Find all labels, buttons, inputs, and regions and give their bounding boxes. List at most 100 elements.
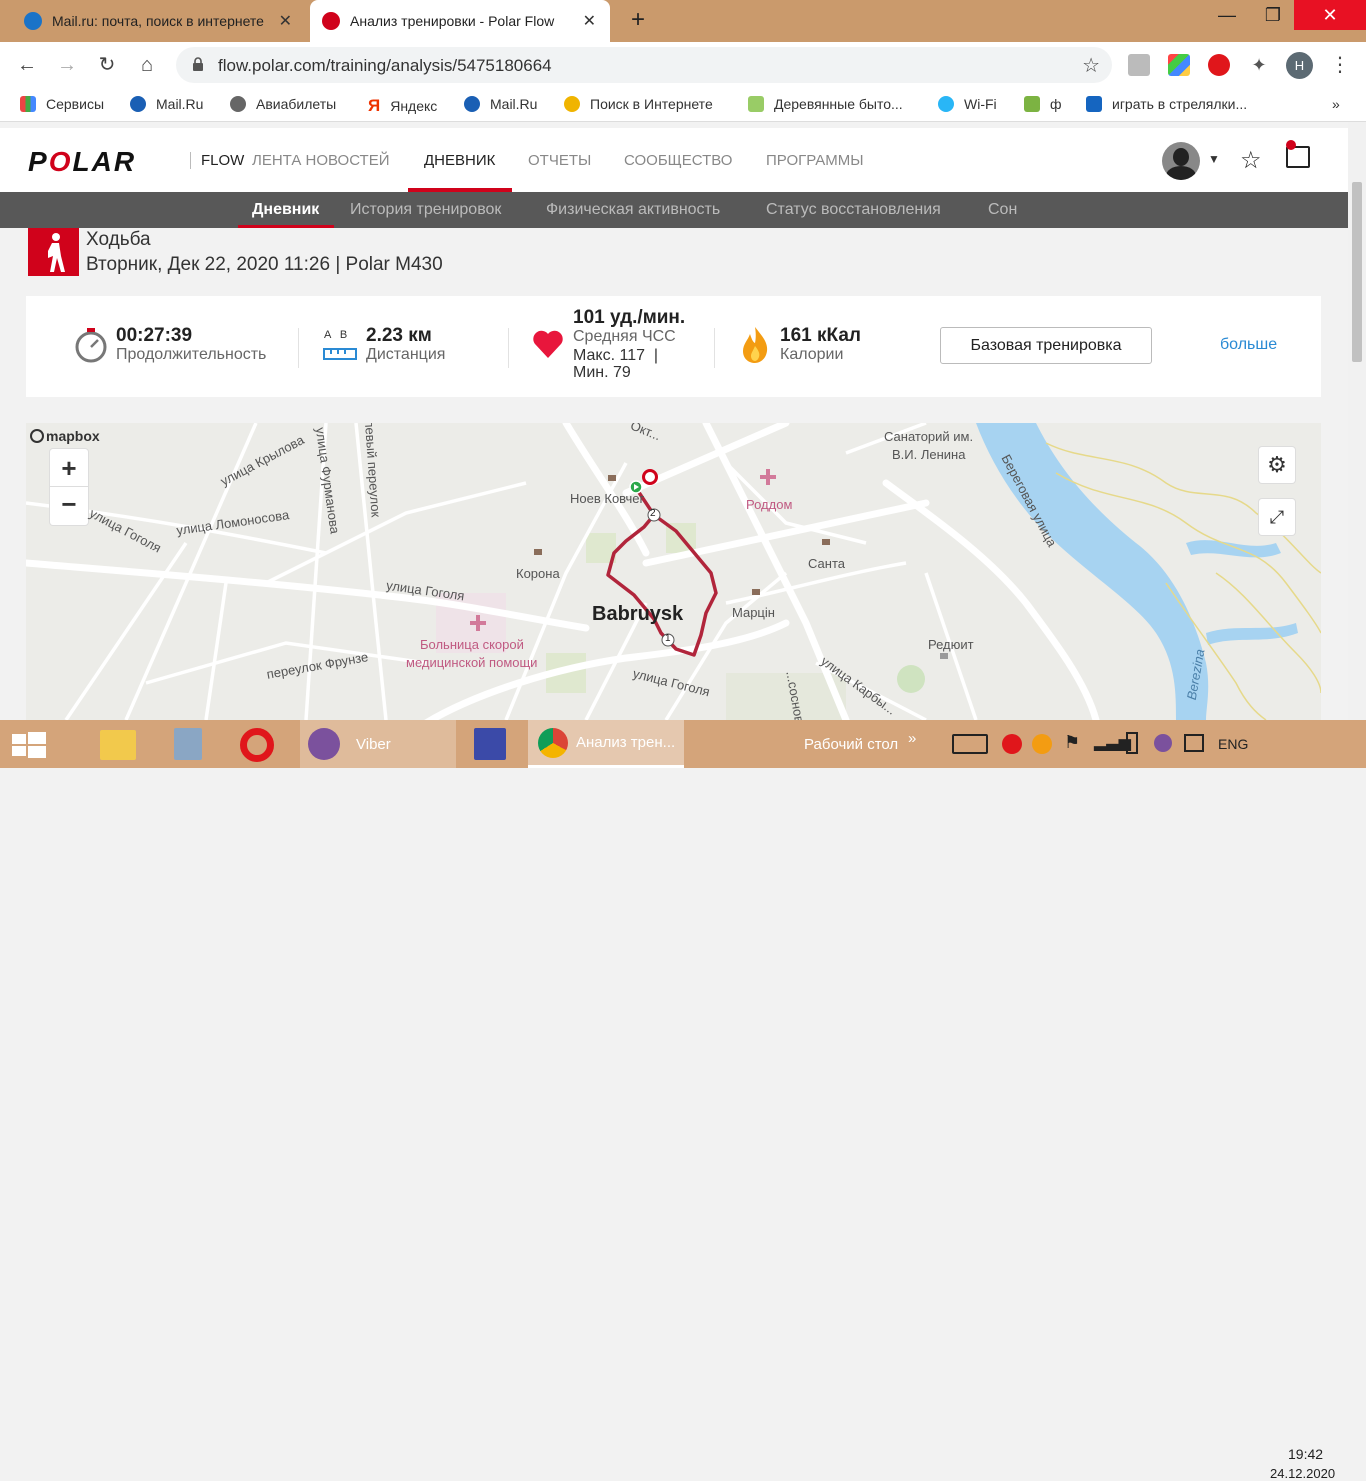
duration-value: 00:27:39 [116, 325, 193, 346]
menu-kebab-icon[interactable]: ⋮ [1330, 52, 1350, 77]
zoom-out-button[interactable]: − [50, 487, 88, 525]
subnav-training-history[interactable]: История тренировок [350, 201, 501, 219]
close-tab-icon[interactable]: ✕ [583, 11, 596, 31]
minimize-icon[interactable]: — [1204, 0, 1250, 30]
desktop-toolbar[interactable]: Рабочий стол [804, 720, 898, 768]
scrollbar-thumb[interactable] [1352, 182, 1362, 362]
reload-icon[interactable]: ↻ [92, 50, 122, 80]
poi-label: Редюит [928, 637, 974, 652]
nav-diary[interactable]: ДНЕВНИК [424, 152, 495, 169]
nav-community[interactable]: СООБЩЕСТВО [624, 152, 732, 169]
bookmark-mailru[interactable]: Mail.Ru [130, 96, 203, 112]
clock-date[interactable]: 24.12.2020 [1270, 1466, 1335, 1481]
polar-favicon-icon [322, 12, 340, 30]
save-floppy-icon[interactable] [474, 728, 506, 760]
subnav-diary[interactable]: Дневник [252, 201, 319, 219]
puzzle-icon[interactable]: ✦ [1248, 54, 1270, 76]
poi-label: медицинской помощи [406, 655, 538, 670]
keyboard-icon[interactable] [952, 734, 988, 754]
bookmark-f[interactable]: ф [1024, 96, 1062, 112]
subnav-sleep[interactable]: Сон [988, 201, 1017, 219]
mailru-icon [130, 96, 146, 112]
km-marker: 2 [650, 508, 656, 519]
adblock-tray-icon[interactable] [1002, 734, 1022, 754]
fullscreen-icon[interactable]: ⤢ [1259, 499, 1295, 535]
subnav-activity[interactable]: Физическая активность [546, 201, 720, 219]
taskbar-viber[interactable]: Viber [300, 720, 456, 768]
windows-start-icon[interactable] [12, 732, 46, 758]
poi-label: Санта [808, 556, 845, 571]
cg-icon [1024, 96, 1040, 112]
file-explorer-icon[interactable] [100, 730, 136, 760]
user-avatar[interactable] [1162, 142, 1200, 180]
display-icon[interactable] [1184, 734, 1204, 752]
extension-icon[interactable] [1128, 54, 1150, 76]
bookmarks-more-icon[interactable]: » [1332, 96, 1340, 112]
zoom-in-button[interactable]: + [50, 449, 88, 487]
avast-icon[interactable] [1032, 734, 1052, 754]
home-icon[interactable]: ⌂ [132, 50, 162, 80]
opera-icon[interactable] [240, 728, 274, 762]
heart-icon [533, 330, 563, 358]
mapbox-attribution[interactable]: mapbox [30, 428, 100, 444]
flag-icon[interactable]: ⚑ [1064, 732, 1080, 753]
divider [508, 328, 509, 368]
polar-header: POLAR FLOW ЛЕНТА НОВОСТЕЙ ДНЕВНИК ОТЧЕТЫ… [0, 128, 1366, 192]
close-window-icon[interactable]: ✕ [1294, 0, 1366, 30]
calories-value: 161 кКал [780, 325, 861, 346]
page-scrollbar[interactable] [1348, 122, 1366, 720]
toolbar-chevron-icon[interactable]: » [908, 714, 916, 762]
nav-news-feed[interactable]: ЛЕНТА НОВОСТЕЙ [252, 152, 389, 169]
maximize-icon[interactable]: ❐ [1250, 0, 1296, 30]
polar-logo[interactable]: POLAR [28, 146, 136, 178]
bookmark-avia[interactable]: Авиабилеты [230, 96, 336, 112]
back-arrow-icon[interactable]: ← [12, 50, 42, 80]
taskbar-chrome[interactable]: Анализ трен... [528, 720, 684, 768]
tab-polar-flow[interactable]: Анализ тренировки - Polar Flow ✕ [310, 0, 610, 42]
bookmark-games[interactable]: играть в стрелялки... [1086, 96, 1247, 112]
tab-mailru[interactable]: Mail.ru: почта, поиск в интернете ✕ [14, 0, 306, 42]
calories-label: Калории [780, 346, 844, 363]
training-benefit-button[interactable]: Базовая тренировка [940, 327, 1152, 364]
heart-rate-value: 101 уд./мин. [573, 307, 686, 328]
favorites-star-icon[interactable]: ☆ [1240, 146, 1262, 175]
bookmark-wifi[interactable]: Wi-Fi [938, 96, 997, 112]
bookmark-mailru-2[interactable]: Mail.Ru [464, 96, 537, 112]
subnav-recovery[interactable]: Статус восстановления [766, 201, 941, 219]
omnibox[interactable]: flow.polar.com/training/analysis/5475180… [176, 47, 1112, 83]
poi-label: Роддом [746, 497, 793, 512]
bookmark-yandex[interactable]: Я Яндекс [368, 96, 437, 116]
stopwatch-icon [75, 328, 107, 363]
bookmark-star-icon[interactable]: ☆ [1082, 53, 1100, 78]
notifications-icon[interactable] [1286, 140, 1310, 168]
viber-tray-icon[interactable] [1154, 734, 1172, 752]
extension-grid-icon[interactable] [1168, 54, 1190, 76]
chrome-icon [538, 727, 568, 758]
adblock-icon[interactable] [1208, 54, 1230, 76]
calculator-icon[interactable] [174, 728, 202, 760]
battery-icon[interactable] [1126, 732, 1138, 754]
bookmark-services[interactable]: Сервисы [20, 96, 104, 112]
mailru-icon [464, 96, 480, 112]
new-tab-button[interactable]: + [624, 6, 652, 34]
bookmarks-bar: Сервисы Mail.Ru Авиабилеты Я Яндекс Mail.… [0, 88, 1366, 122]
more-link[interactable]: больше [1220, 336, 1277, 354]
language-indicator[interactable]: ENG [1218, 720, 1248, 768]
clock-time[interactable]: 19:42 [1288, 1446, 1323, 1462]
forward-arrow-icon[interactable]: → [52, 50, 82, 80]
route-map[interactable]: mapbox + − ⚙ ⤢ Babruysk Санаторий им. В.… [26, 423, 1321, 720]
chevron-down-icon[interactable]: ▼ [1208, 152, 1220, 166]
close-tab-icon[interactable]: ✕ [279, 11, 292, 31]
diary-subnav: Дневник История тренировок Физическая ак… [0, 192, 1348, 228]
training-summary-card: 00:27:39 Продолжительность A B 2.23 км Д… [26, 296, 1321, 397]
tab-title: Анализ тренировки - Polar Flow [350, 13, 555, 29]
locate-gear-icon[interactable]: ⚙ [1259, 447, 1295, 483]
nav-reports[interactable]: ОТЧЕТЫ [528, 152, 591, 169]
apps-grid-icon [20, 96, 36, 112]
url-text[interactable]: flow.polar.com/training/analysis/5475180… [218, 56, 552, 76]
nav-programs[interactable]: ПРОГРАММЫ [766, 152, 864, 169]
ruler-icon [323, 348, 357, 360]
profile-avatar[interactable]: H [1286, 52, 1313, 79]
bookmark-search[interactable]: Поиск в Интернете [564, 96, 713, 112]
bookmark-wood[interactable]: Деревянные быто... [748, 96, 903, 112]
